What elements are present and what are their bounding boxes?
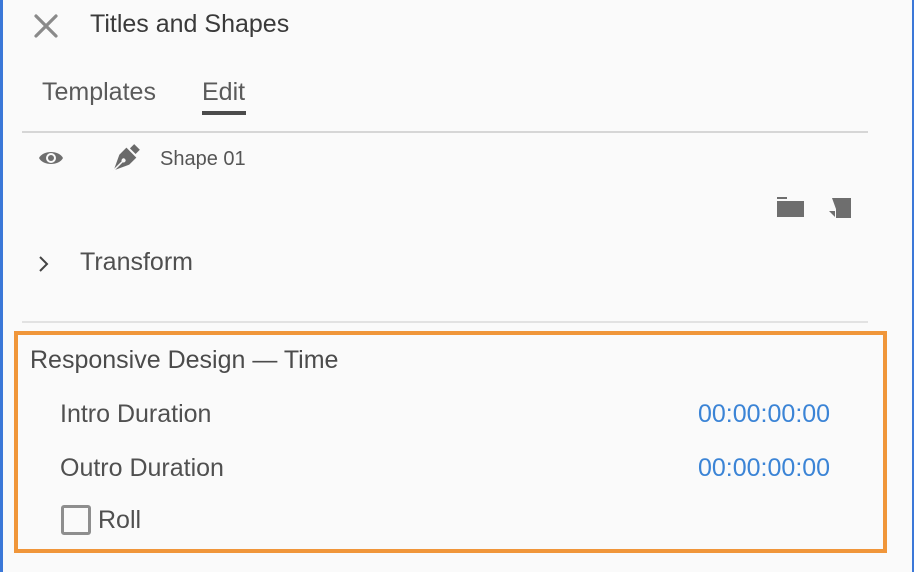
responsive-design-title: Responsive Design — Time: [30, 346, 339, 374]
outro-duration-value[interactable]: 00:00:00:00: [698, 454, 830, 483]
intro-duration-value[interactable]: 00:00:00:00: [698, 400, 830, 429]
eye-icon: [39, 152, 63, 164]
panel-title: Titles and Shapes: [90, 10, 290, 38]
active-tab-indicator: [202, 111, 246, 115]
tab-edit[interactable]: Edit: [202, 78, 245, 107]
tab-templates[interactable]: Templates: [42, 78, 156, 107]
shape-type: [108, 142, 142, 176]
intro-duration-label: Intro Duration: [60, 400, 212, 428]
pen-icon: [113, 144, 140, 171]
group-button[interactable]: [777, 197, 805, 219]
roll-label[interactable]: Roll: [98, 506, 141, 535]
outro-duration-label: Outro Duration: [60, 454, 224, 482]
close-button[interactable]: [32, 12, 60, 40]
divider: [22, 321, 868, 323]
layer-name[interactable]: Shape 01: [160, 148, 246, 171]
folder-icon: [777, 197, 804, 217]
chevron-right-icon: [39, 256, 49, 272]
roll-checkbox[interactable]: [61, 505, 91, 535]
divider: [22, 131, 868, 133]
transform-expand[interactable]: [36, 252, 52, 276]
transform-section-header[interactable]: Transform: [80, 248, 193, 277]
window-edge-left: [0, 0, 3, 572]
close-icon: [34, 14, 58, 38]
new-layer-icon: [829, 198, 851, 218]
visibility-toggle[interactable]: [38, 148, 64, 168]
new-layer-button[interactable]: [828, 197, 852, 219]
